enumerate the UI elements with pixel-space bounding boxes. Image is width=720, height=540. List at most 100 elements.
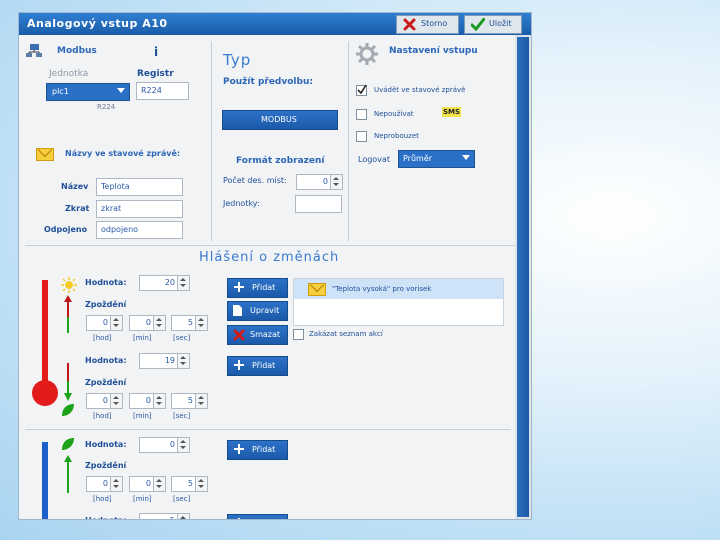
delay-value: 5 — [187, 396, 193, 405]
log-select-value: Průměr — [403, 154, 433, 163]
delete-button[interactable]: Smazat — [227, 325, 288, 345]
delay-seconds-2[interactable]: 5 — [171, 393, 208, 409]
type-header: Typ — [223, 51, 252, 69]
no-wakeup-label: Neprobouzet — [374, 132, 419, 140]
cancel-label: Storno — [421, 19, 448, 28]
stepper-arrows-icon[interactable] — [330, 175, 342, 189]
document-icon — [233, 305, 242, 316]
decimals-value: 0 — [322, 177, 328, 186]
stepper-arrows-icon[interactable] — [110, 316, 122, 330]
stepper-arrows-icon[interactable] — [177, 276, 189, 290]
value-stepper-1[interactable]: 20 — [139, 275, 190, 291]
unit-seconds: [sec] — [173, 412, 191, 420]
delay-minutes-2[interactable]: 0 — [129, 393, 166, 409]
divider — [348, 41, 349, 241]
disable-checkbox[interactable] — [356, 109, 367, 120]
unit-select[interactable]: plc1 — [46, 83, 130, 101]
register-label: Registr — [137, 69, 174, 79]
value-1: 20 — [164, 278, 175, 287]
report-in-status-label: Uvádět ve stavové zprávě — [374, 86, 466, 94]
disconnected-input[interactable]: odpojeno — [96, 221, 183, 239]
delay-hours-3[interactable]: 0 — [86, 476, 123, 492]
edit-button[interactable]: Upravit — [227, 301, 288, 321]
value-stepper-3[interactable]: 0 — [139, 437, 190, 453]
stepper-arrows-icon[interactable] — [177, 514, 189, 519]
short-label: Zkrat — [65, 204, 90, 213]
list-item[interactable]: "Teplota vysoká" pro vorisek — [294, 279, 503, 299]
stepper-arrows-icon[interactable] — [153, 394, 165, 408]
preset-modbus-button[interactable]: MODBUS — [222, 110, 338, 130]
divider — [25, 429, 511, 430]
unit-minutes: [min] — [133, 412, 152, 420]
register-input-value: R224 — [141, 86, 162, 95]
dialog-window: Analogový vstup A10 Storno Uložit Modbus… — [18, 12, 532, 520]
stepper-arrows-icon[interactable] — [195, 316, 207, 330]
decimals-stepper[interactable]: 0 — [296, 174, 343, 190]
no-wakeup-checkbox[interactable] — [356, 131, 367, 142]
unit-seconds: [sec] — [173, 334, 191, 342]
delay-value: 0 — [145, 479, 151, 488]
stepper-arrows-icon[interactable] — [110, 477, 122, 491]
list-item-text: "Teplota vysoká" pro vorisek — [332, 285, 432, 293]
delete-label: Smazat — [250, 330, 281, 339]
delay-value: 5 — [187, 479, 193, 488]
unit-seconds: [sec] — [173, 495, 191, 503]
divider — [25, 245, 515, 246]
delay-hours-2[interactable]: 0 — [86, 393, 123, 409]
delay-hours-1[interactable]: 0 — [86, 315, 123, 331]
arrow-up-icon — [64, 295, 72, 333]
plus-icon — [234, 444, 244, 454]
disable-label: Nepoužívat — [374, 110, 414, 118]
add-label: Přidat — [252, 445, 276, 454]
name-label: Název — [61, 182, 89, 191]
disable-list-checkbox[interactable] — [293, 329, 304, 340]
log-select[interactable]: Průměr — [398, 150, 475, 168]
cancel-button[interactable]: Storno — [396, 15, 459, 34]
add-button-1[interactable]: Přidat — [227, 278, 288, 298]
delay-seconds-1[interactable]: 5 — [171, 315, 208, 331]
delay-minutes-3[interactable]: 0 — [129, 476, 166, 492]
value-2: 19 — [164, 356, 175, 365]
unit-hours: [hod] — [93, 334, 112, 342]
stepper-arrows-icon[interactable] — [177, 438, 189, 452]
log-label: Logovat — [358, 155, 390, 164]
delay-minutes-1[interactable]: 0 — [129, 315, 166, 331]
delay-seconds-3[interactable]: 5 — [171, 476, 208, 492]
status-names-header: Názvy ve stavové zprávě: — [65, 149, 181, 158]
check-icon — [357, 84, 367, 95]
delay-label: Zpoždění — [85, 461, 127, 470]
edit-label: Upravit — [250, 306, 280, 315]
add-button-3[interactable]: Přidat — [227, 440, 288, 460]
action-list[interactable]: "Teplota vysoká" pro vorisek — [293, 278, 504, 326]
add-button-4[interactable]: Přidat — [227, 514, 288, 519]
value-stepper-2[interactable]: 19 — [139, 353, 190, 369]
disable-list-label: Zakázat seznam akcí — [309, 330, 383, 338]
scrollbar-thumb[interactable] — [517, 37, 529, 517]
units-input[interactable] — [295, 195, 342, 213]
short-input[interactable]: zkrat — [96, 200, 183, 218]
units-label: Jednotky: — [223, 199, 260, 208]
stepper-arrows-icon[interactable] — [110, 394, 122, 408]
add-label: Přidat — [252, 361, 276, 370]
value-stepper-4[interactable]: 5 — [139, 513, 190, 519]
info-icon[interactable]: i — [154, 45, 158, 59]
report-in-status-checkbox[interactable] — [356, 84, 367, 96]
unit-minutes: [min] — [133, 495, 152, 503]
leaf-icon — [62, 404, 74, 416]
stepper-arrows-icon[interactable] — [153, 477, 165, 491]
window-title: Analogový vstup A10 — [27, 17, 168, 30]
register-input[interactable]: R224 — [136, 82, 189, 100]
stepper-arrows-icon[interactable] — [153, 316, 165, 330]
stepper-arrows-icon[interactable] — [195, 394, 207, 408]
changes-header: Hlášení o změnách — [199, 250, 340, 265]
name-input[interactable]: Teplota — [96, 178, 183, 196]
add-button-2[interactable]: Přidat — [227, 356, 288, 376]
stepper-arrows-icon[interactable] — [195, 477, 207, 491]
stepper-arrows-icon[interactable] — [177, 354, 189, 368]
add-label: Přidat — [252, 283, 276, 292]
save-button[interactable]: Uložit — [464, 15, 522, 34]
delay-label: Zpoždění — [85, 378, 127, 387]
unit-minutes: [min] — [133, 334, 152, 342]
unit-select-value: plc1 — [52, 87, 69, 96]
value-label: Hodnota: — [85, 278, 127, 287]
